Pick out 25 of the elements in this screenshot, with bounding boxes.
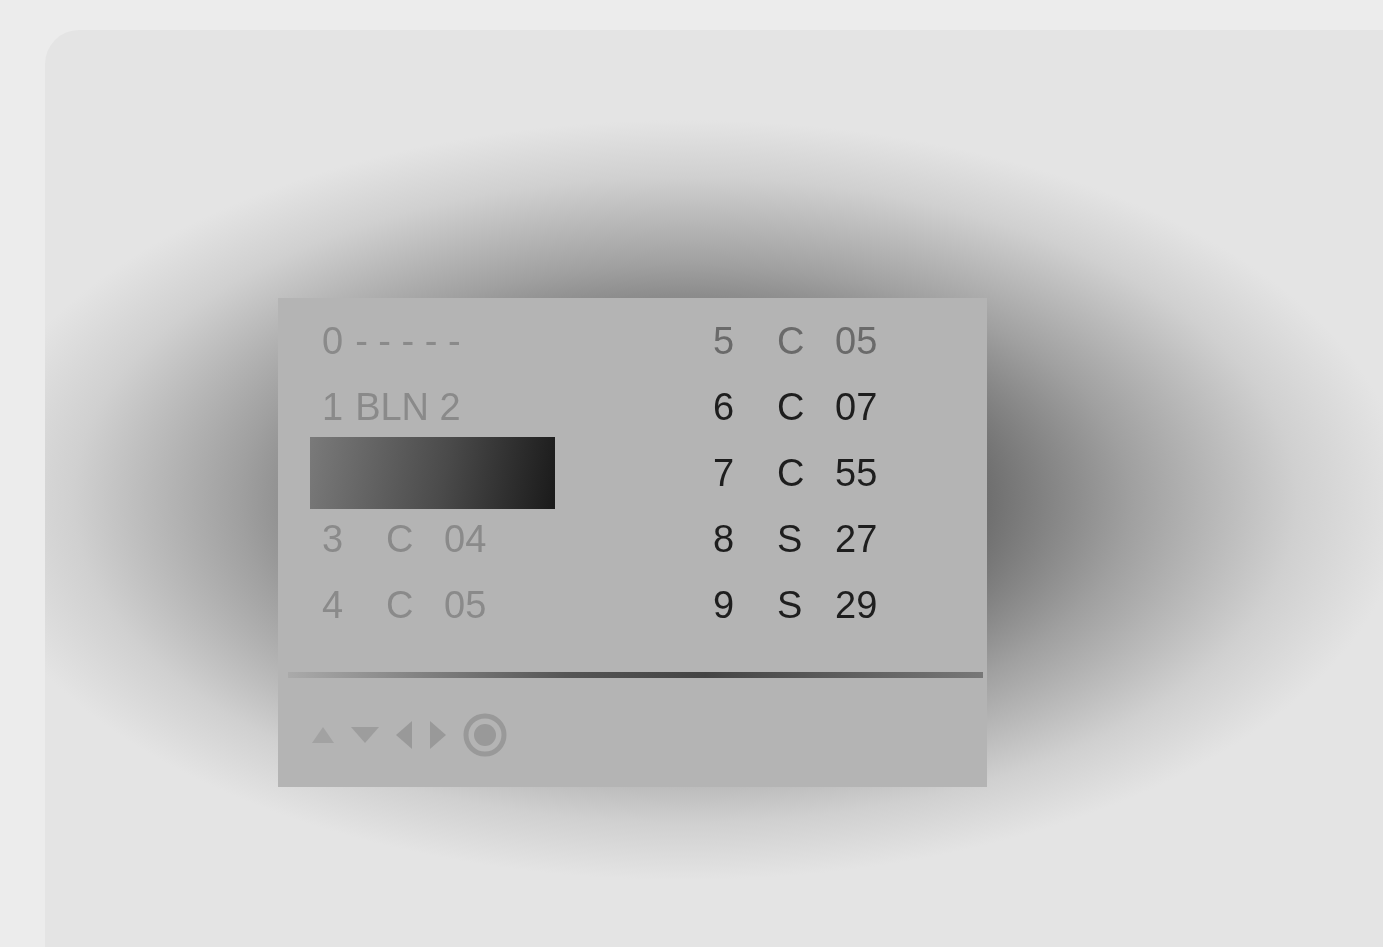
band-letter: C xyxy=(777,319,806,363)
slot-number: 5 xyxy=(713,319,736,363)
ok-circle-icon xyxy=(462,712,508,758)
band-letter: S xyxy=(777,517,804,561)
slot-number: 6 xyxy=(713,385,736,429)
band-letter: C xyxy=(777,385,806,429)
channel-slot[interactable]: 7 C 55 xyxy=(713,440,983,506)
slot-number: 7 xyxy=(713,451,736,495)
right-arrow-icon xyxy=(428,720,448,750)
channel-name: - - - - - xyxy=(355,319,461,363)
slot-number: 9 xyxy=(713,583,736,627)
band-letter: C xyxy=(777,451,806,495)
channel-slot[interactable]: 8 S 27 xyxy=(713,506,983,572)
channel-number: 55 xyxy=(835,451,878,495)
channel-number: 27 xyxy=(835,517,878,561)
channel-slot[interactable]: 5 C 05 xyxy=(713,308,983,374)
band-letter: S xyxy=(777,583,804,627)
channel-slot[interactable] xyxy=(310,437,555,509)
slot-number: 8 xyxy=(713,517,736,561)
channel-number: 29 xyxy=(835,583,878,627)
channel-slot[interactable]: 9 S 29 xyxy=(713,572,983,638)
left-arrow-icon xyxy=(394,720,414,750)
channel-number: 07 xyxy=(835,385,878,429)
channel-number: 05 xyxy=(835,319,878,363)
channel-slot[interactable]: 6 C 07 xyxy=(713,374,983,440)
